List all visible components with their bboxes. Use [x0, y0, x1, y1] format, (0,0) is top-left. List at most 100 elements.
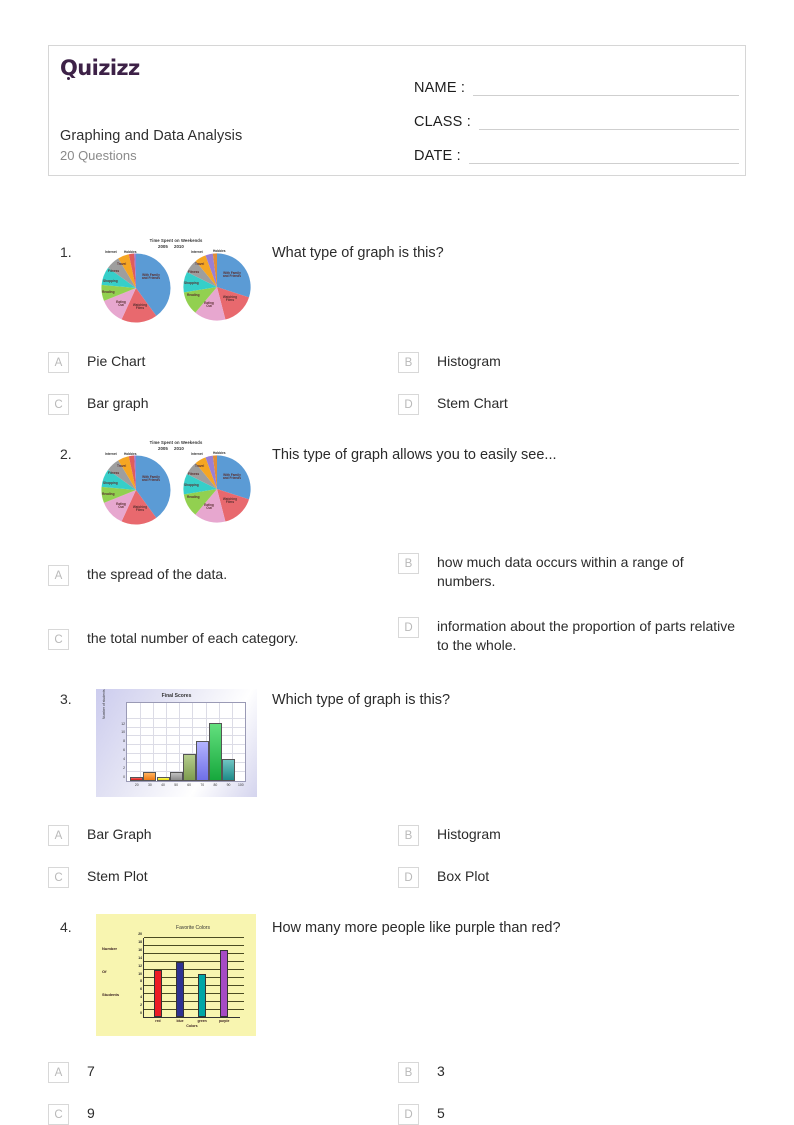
fav-bar-purple	[219, 949, 229, 1017]
fav-y-tick: 16	[138, 947, 142, 952]
histogram-figure: Final Scores Number of students 0 2 4 6 …	[96, 689, 257, 797]
pie-slice-label-shopping: Shopping	[103, 481, 118, 485]
pie-slice-label-eating: Eating Out	[204, 503, 214, 511]
question-image-histogram: Final Scores Number of students 0 2 4 6 …	[96, 689, 257, 797]
question-text: How many more people like purple than re…	[272, 920, 561, 936]
pie-2010-svg	[183, 253, 251, 321]
option-b[interactable]: B 3	[398, 1062, 445, 1083]
quizizz-logo-text: Quizizz	[60, 56, 140, 80]
pie-figure-title: Time Spent on Weekends	[149, 440, 203, 445]
pie-2005: With Family and Friends Watching Films E…	[100, 250, 172, 329]
histogram-bar	[130, 776, 144, 781]
pie-2010: With Family and Friends Watching Films E…	[182, 451, 252, 529]
fav-bar-blue	[175, 961, 185, 1017]
option-c[interactable]: C 9	[48, 1104, 95, 1125]
name-field-row: NAME :	[414, 66, 739, 98]
pie-slice-label-hobbies: Hobbies	[124, 250, 137, 254]
option-b[interactable]: B Histogram	[398, 825, 501, 846]
name-field-input-line[interactable]	[473, 94, 739, 96]
option-letter: A	[48, 565, 69, 586]
option-letter: B	[398, 553, 419, 574]
histogram-x-tick: 40	[161, 783, 165, 787]
question-image-pie-chart: Time Spent on Weekends 2005 2010 With Fa…	[96, 440, 256, 526]
option-letter: D	[398, 394, 419, 415]
option-letter: B	[398, 352, 419, 373]
option-d[interactable]: D Box Plot	[398, 867, 489, 888]
option-text: 3	[437, 1063, 445, 1079]
pie-2005-svg	[101, 253, 171, 323]
fav-x-tick: blue	[176, 1019, 184, 1023]
pie-slice-label-films: Watching Films	[222, 295, 238, 303]
pie-year-2010: 2010	[174, 244, 184, 249]
histogram-x-tick: 90	[226, 783, 231, 787]
histogram-bar	[208, 723, 222, 781]
question-number: 3.	[60, 691, 72, 707]
question-number: 2.	[60, 446, 72, 462]
pie-slice-label-films: Watching Films	[222, 497, 238, 505]
y-axis-word-students: Students	[102, 992, 120, 997]
histogram-x-tick: 70	[200, 783, 205, 787]
option-d[interactable]: D information about the proportion of pa…	[398, 617, 737, 655]
pie-figure: Time Spent on Weekends 2005 2010 With Fa…	[96, 440, 256, 526]
histogram-x-tick: 30	[148, 783, 152, 787]
page-title: Graphing and Data Analysis	[60, 128, 243, 144]
question-text: Which type of graph is this?	[272, 692, 451, 708]
option-d[interactable]: D Stem Chart	[398, 394, 508, 415]
pie-slice-label-reading: Reading	[102, 492, 115, 496]
histogram-bar	[169, 772, 183, 781]
pie-slice-label-family: With Family and Friends	[222, 271, 242, 279]
option-b[interactable]: B Histogram	[398, 352, 501, 373]
histogram-y-tick: 10	[121, 730, 125, 735]
favorite-colors-title: Favorite Colors	[176, 925, 210, 931]
option-letter: D	[398, 617, 419, 638]
pie-slice-label-films: Watching Films	[132, 303, 148, 311]
option-b[interactable]: B how much data occurs within a range of…	[398, 553, 737, 591]
fav-bar-red	[153, 969, 163, 1017]
class-field-input-line[interactable]	[479, 128, 739, 130]
option-letter: D	[398, 1104, 419, 1125]
option-d[interactable]: D 5	[398, 1104, 445, 1125]
option-a[interactable]: A 7	[48, 1062, 95, 1083]
pie-slice-label-reading: Reading	[187, 293, 200, 297]
pie-figure: Time Spent on Weekends 2005 2010 With Fa…	[96, 238, 256, 324]
option-text: Box Plot	[437, 868, 490, 884]
pie-slice-label-internet: Internet	[105, 250, 117, 254]
histogram-y-tick: 2	[123, 766, 125, 771]
pie-slice-label-fitness: Fitness	[188, 270, 200, 274]
option-c[interactable]: C the total number of each category.	[48, 629, 298, 650]
quizizz-logo: Quizizz	[60, 56, 140, 80]
histogram-plot-area: 0 2 4 6 8 10 12 20 30 40 50 60 70 80 90 …	[121, 702, 246, 787]
date-field-input-line[interactable]	[468, 162, 739, 164]
pie-slice-label-shopping: Shopping	[184, 281, 199, 285]
option-c[interactable]: C Bar graph	[48, 394, 148, 415]
histogram-y-tick: 4	[123, 757, 125, 762]
student-info-fields: NAME : CLASS : DATE :	[414, 66, 739, 168]
histogram-x-tick: 100	[238, 783, 244, 787]
pie-2005: With Family and Friends Watching Films E…	[100, 452, 172, 531]
option-a[interactable]: A Bar Graph	[48, 825, 152, 846]
option-a[interactable]: A the spread of the data.	[48, 565, 227, 586]
option-c[interactable]: C Stem Plot	[48, 867, 148, 888]
question-number: 4.	[60, 919, 72, 935]
fav-y-tick: 8	[140, 979, 142, 984]
option-letter: C	[48, 867, 69, 888]
pie-year-2005: 2005	[158, 244, 168, 249]
fav-y-tick: 10	[138, 971, 142, 976]
option-text: how much data occurs within a range of n…	[437, 554, 684, 589]
histogram-title: Final Scores	[161, 693, 192, 699]
pie-slice-label-travel: Travel	[117, 262, 127, 266]
logo-dot-icon	[67, 77, 70, 80]
class-field-label: CLASS :	[414, 114, 472, 130]
fav-y-tick: 2	[140, 1003, 142, 1008]
date-field-row: DATE :	[414, 134, 739, 166]
histogram-y-tick: 8	[123, 739, 125, 744]
option-text: Histogram	[437, 826, 501, 842]
pie-slice-label-films: Watching Films	[132, 505, 148, 513]
y-axis-word-of: Of	[102, 969, 107, 974]
histogram-y-axis-label: Number of students	[102, 689, 106, 719]
fav-y-tick: 20	[138, 932, 142, 936]
histogram-y-tick: 0	[123, 775, 125, 779]
option-a[interactable]: A Pie Chart	[48, 352, 145, 373]
option-letter: B	[398, 1062, 419, 1083]
y-axis-word-number: Number	[102, 946, 118, 951]
